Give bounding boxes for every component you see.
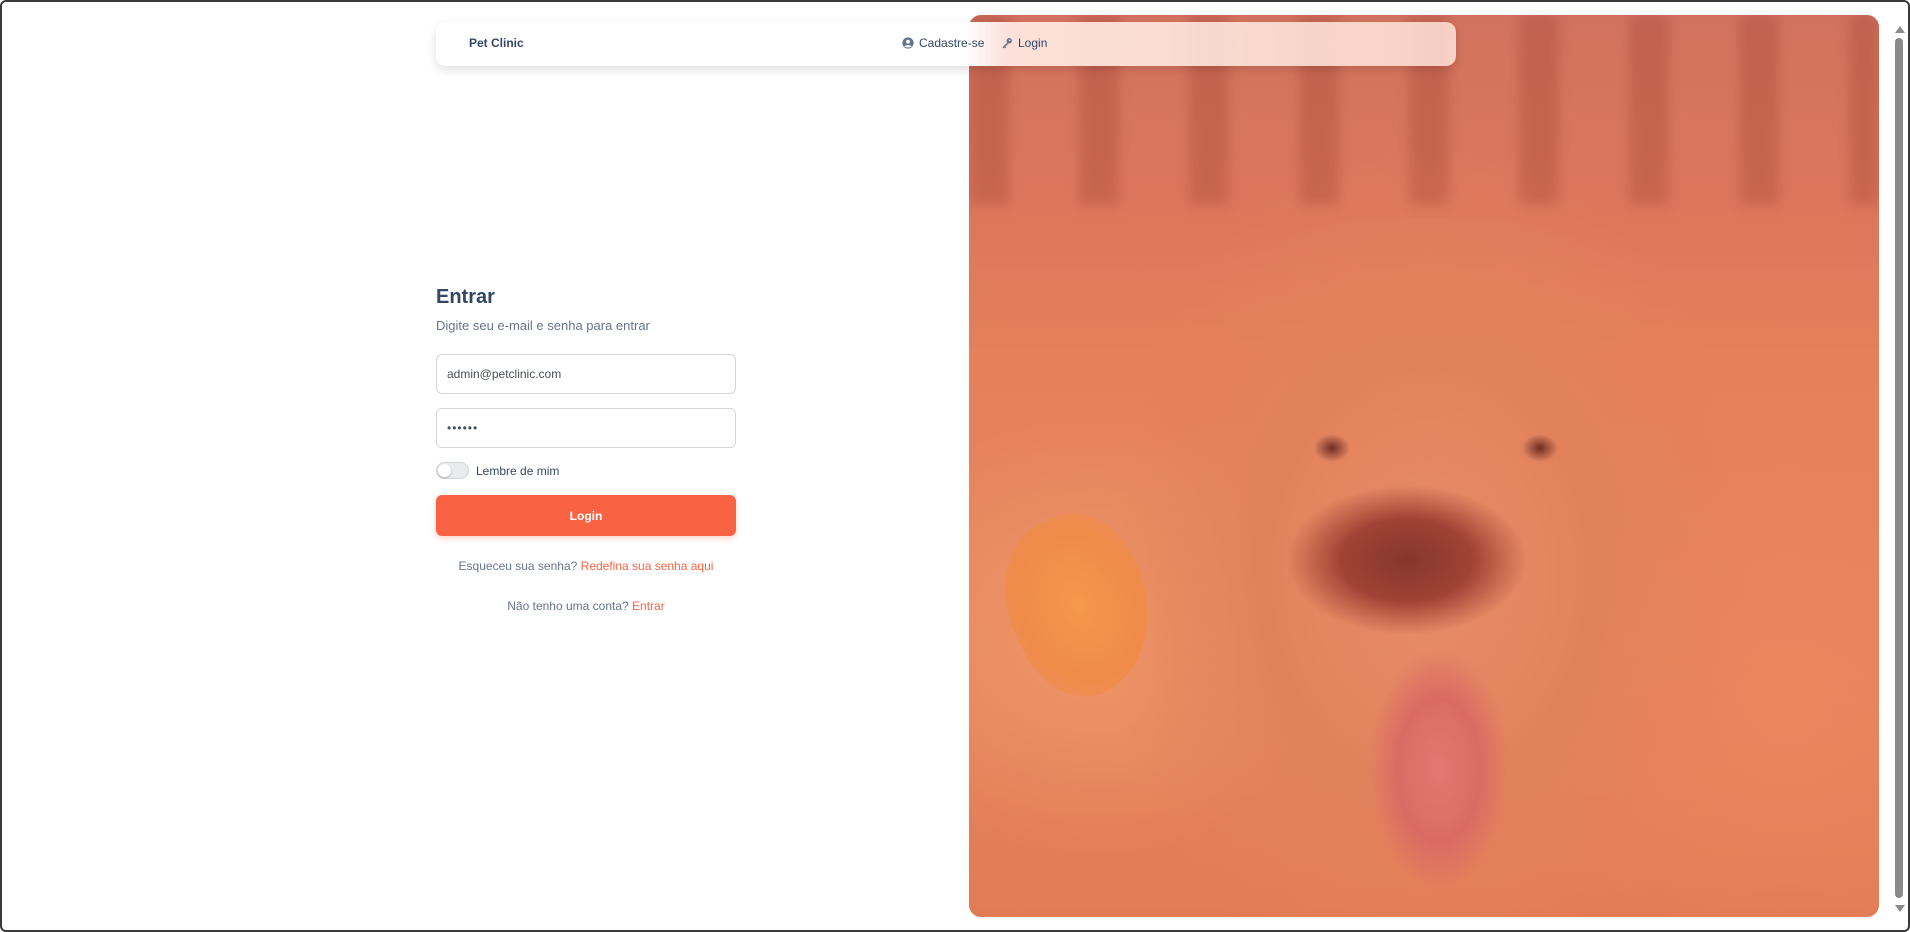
key-icon — [1002, 38, 1012, 49]
scroll-down-arrow-icon[interactable] — [1895, 905, 1905, 912]
remember-me-toggle[interactable] — [436, 462, 469, 479]
brand-logo-text[interactable]: Pet Clinic — [469, 36, 524, 50]
no-account-text: Não tenho uma conta? — [507, 599, 629, 613]
login-button[interactable]: Login — [436, 495, 736, 536]
scroll-up-arrow-icon[interactable] — [1895, 26, 1905, 33]
navbar: Pet Clinic Cadastre-se Login — [436, 22, 1456, 66]
login-form: Entrar Digite seu e-mail e senha para en… — [436, 286, 736, 613]
remember-me-label[interactable]: Lembre de mim — [476, 464, 559, 478]
signup-link[interactable]: Entrar — [632, 599, 665, 613]
forgot-password-text: Esqueceu sua senha? — [458, 559, 578, 573]
no-account-line: Não tenho uma conta? Entrar — [436, 599, 736, 613]
page-subtitle: Digite seu e-mail e senha para entrar — [436, 318, 650, 333]
toggle-knob — [438, 464, 451, 477]
scrollbar[interactable] — [1891, 22, 1907, 916]
nav-link-login-label: Login — [1018, 36, 1048, 50]
nav-link-login[interactable]: Login — [1001, 36, 1047, 50]
remember-me-row: Lembre de mim — [436, 462, 736, 479]
forgot-password-line: Esqueceu sua senha? Redefina sua senha a… — [436, 559, 736, 573]
password-field[interactable] — [436, 408, 736, 448]
user-circle-icon — [902, 37, 914, 49]
nav-link-signup[interactable]: Cadastre-se — [902, 36, 984, 50]
scrollbar-thumb[interactable] — [1895, 38, 1903, 898]
page-title: Entrar — [436, 286, 495, 308]
hero-tint-overlay — [969, 15, 1879, 917]
email-field[interactable] — [436, 354, 736, 394]
nav-link-signup-label: Cadastre-se — [919, 36, 985, 50]
reset-password-link[interactable]: Redefina sua senha aqui — [581, 559, 714, 573]
hero-dog-image — [969, 15, 1879, 917]
